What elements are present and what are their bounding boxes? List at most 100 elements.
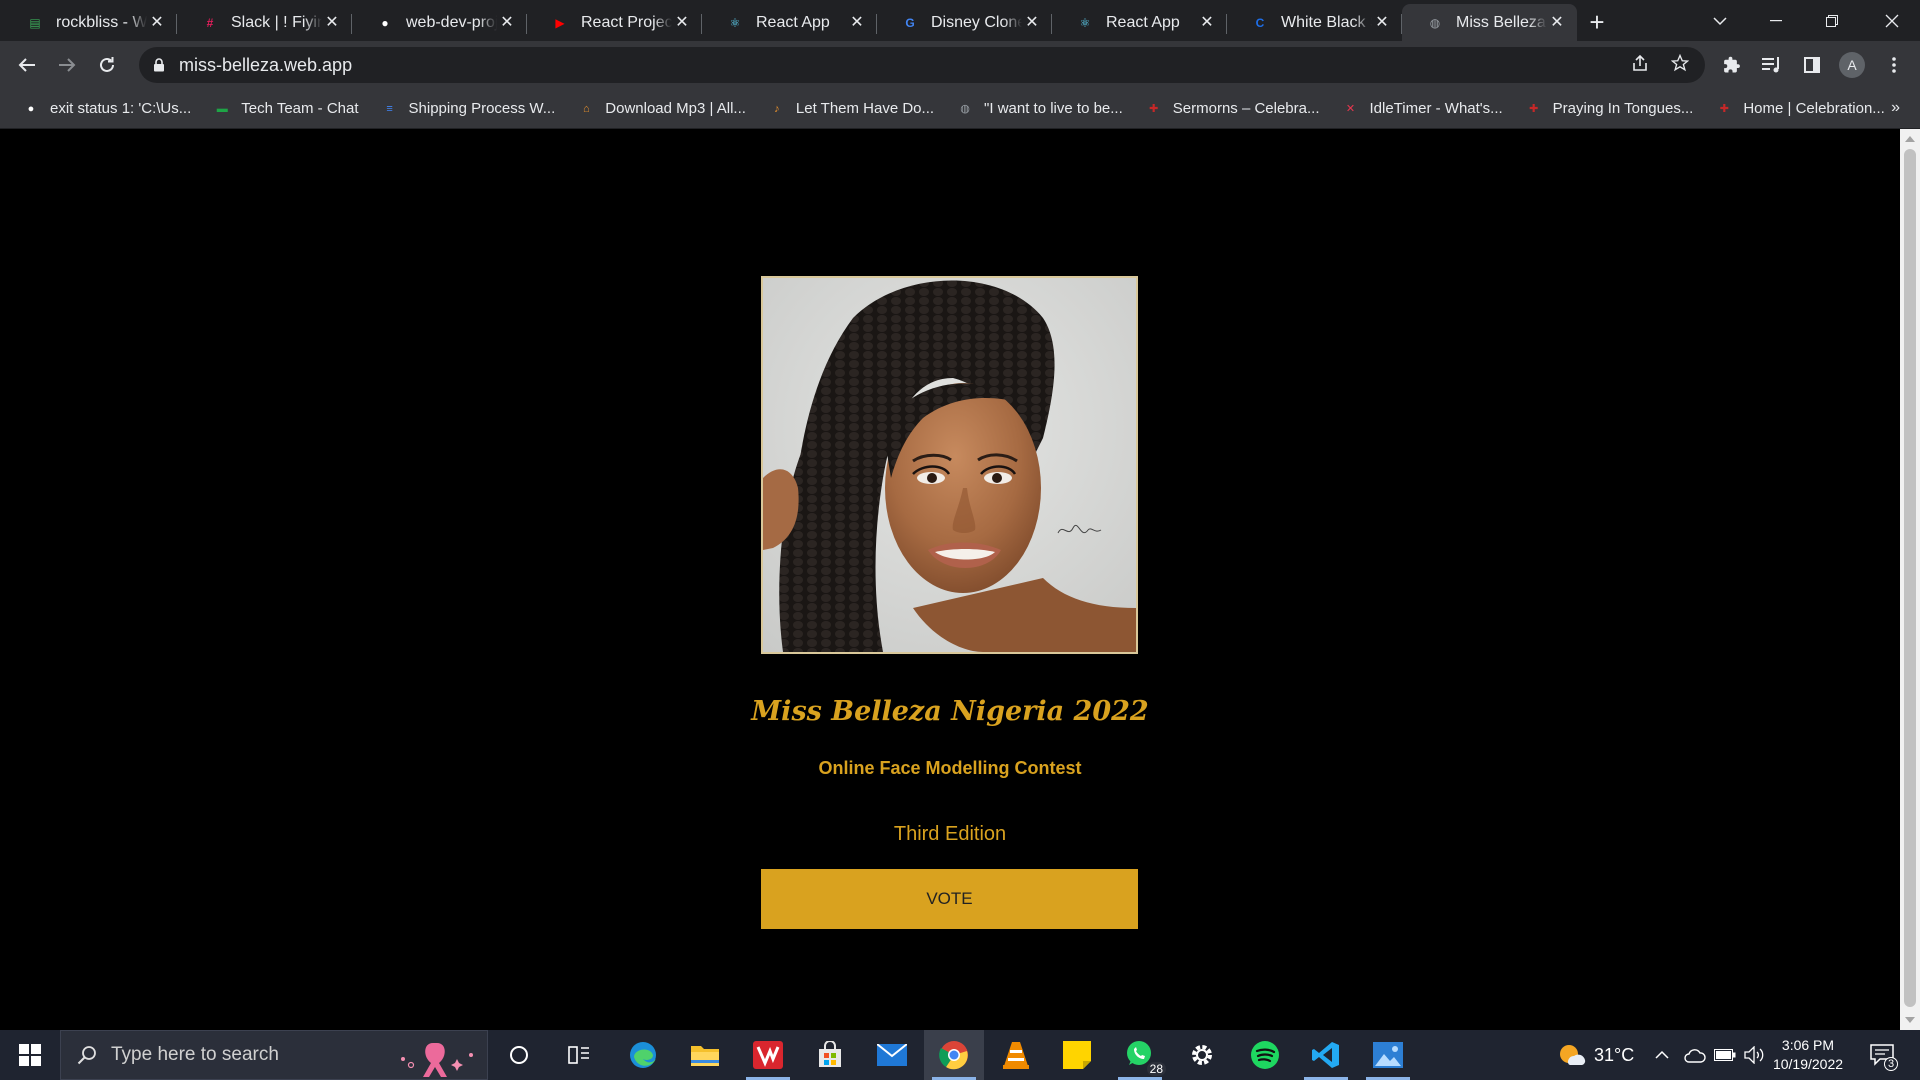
reload-button[interactable] [87, 45, 127, 85]
extensions-icon[interactable] [1712, 45, 1752, 85]
close-tab-icon[interactable]: ✕ [847, 13, 867, 33]
taskbar-file-explorer[interactable] [675, 1030, 735, 1080]
bookmark-label: Tech Team - Chat [241, 100, 359, 117]
scroll-down-arrow-icon[interactable] [1905, 1017, 1915, 1023]
chrome-menu-icon[interactable] [1874, 45, 1914, 85]
taskbar-store[interactable] [800, 1030, 860, 1080]
bookmark-item[interactable]: ▬ Tech Team - Chat [213, 100, 359, 118]
bookmark-item[interactable]: ✕ IdleTimer - What's... [1342, 100, 1503, 118]
spotify-icon [1251, 1041, 1279, 1069]
youtube-icon: ▶ [555, 15, 565, 30]
onedrive-tray[interactable] [1684, 1030, 1706, 1080]
vivaldi-icon [753, 1041, 783, 1069]
browser-tab[interactable]: G Disney Clone ✕ [877, 4, 1052, 41]
bookmark-label: Sermorns – Celebra... [1172, 100, 1320, 117]
bookmark-item[interactable]: ✚ Praying In Tongues... [1525, 100, 1693, 118]
bookmark-item[interactable]: ✚ Sermorns – Celebra... [1145, 100, 1320, 118]
browser-tab[interactable]: C White Black S ✕ [1227, 4, 1402, 41]
cortana-icon [510, 1046, 528, 1064]
close-tab-icon[interactable]: ✕ [1197, 13, 1217, 33]
scrollbar-thumb[interactable] [1904, 149, 1916, 1007]
taskbar-whatsapp[interactable]: 28 [1110, 1030, 1170, 1080]
share-icon[interactable] [1629, 54, 1651, 76]
taskbar-edge[interactable] [613, 1030, 673, 1080]
contestant-photo [761, 276, 1138, 654]
minimize-button[interactable] [1748, 0, 1804, 41]
taskbar-vscode[interactable] [1296, 1030, 1356, 1080]
close-tab-icon[interactable]: ✕ [1372, 13, 1392, 33]
restore-button[interactable] [1804, 0, 1860, 41]
browser-tab[interactable]: # Slack | ! Fiyin |✕ [177, 4, 352, 41]
taskbar-spotify[interactable] [1235, 1030, 1295, 1080]
church-icon: ✚ [1529, 103, 1539, 115]
browser-tab[interactable]: ⚛ React App ✕ [702, 4, 877, 41]
taskbar-chrome[interactable] [924, 1030, 984, 1080]
pink-ribbon-icon [401, 1043, 473, 1077]
url-text[interactable]: miss-belleza.web.app [179, 55, 352, 76]
close-tab-icon[interactable]: ✕ [1547, 13, 1567, 33]
reload-icon [100, 57, 114, 72]
temperature: 31°C [1594, 1044, 1635, 1065]
close-tab-icon[interactable]: ✕ [322, 13, 342, 33]
profile-avatar[interactable]: A [1832, 45, 1872, 85]
folder-icon [691, 1046, 719, 1066]
bookmark-star-icon[interactable] [1669, 53, 1691, 76]
battery-tray[interactable] [1714, 1030, 1736, 1080]
show-hidden-icons[interactable] [1655, 1030, 1669, 1080]
music-icon: ♪ [774, 102, 780, 115]
taskbar-search[interactable]: Type here to search [60, 1030, 488, 1080]
media-control-icon[interactable] [1752, 45, 1792, 85]
back-button[interactable] [7, 45, 47, 85]
cloud-sync-icon [1684, 1049, 1706, 1063]
browser-tab[interactable]: ◍ Miss Belleza 2✕ [1402, 4, 1577, 41]
bookmark-item[interactable]: ● exit status 1: 'C:\Us... [22, 100, 192, 118]
browser-tab[interactable]: ▤ rockbliss - We ✕ [2, 4, 177, 41]
google-icon: G [905, 15, 915, 30]
back-arrow-icon [18, 58, 35, 72]
close-window-button[interactable] [1864, 0, 1920, 41]
cortana-button[interactable] [489, 1030, 549, 1080]
taskbar-sticky-notes[interactable] [1047, 1030, 1107, 1080]
close-tab-icon[interactable]: ✕ [1022, 13, 1042, 33]
scroll-up-arrow-icon[interactable] [1905, 136, 1915, 142]
close-tab-icon[interactable]: ✕ [497, 13, 517, 33]
contest-title: Miss Belleza Nigeria 2022 [751, 696, 1149, 727]
tab-title: White Black S [1281, 13, 1372, 31]
taskbar-vlc[interactable] [986, 1030, 1046, 1080]
close-tab-icon[interactable]: ✕ [147, 13, 167, 33]
address-bar[interactable]: miss-belleza.web.app [139, 47, 1705, 83]
start-button[interactable] [0, 1030, 60, 1080]
browser-tab[interactable]: ⚛ React App ✕ [1052, 4, 1227, 41]
bookmark-item[interactable]: ⌂ Download Mp3 | All... [577, 100, 746, 118]
more-bookmarks-button[interactable]: » [1891, 99, 1900, 117]
taskbar-photos[interactable] [1358, 1030, 1418, 1080]
close-tab-icon[interactable]: ✕ [672, 13, 692, 33]
browser-tab[interactable]: ● web-dev-proj ✕ [352, 4, 527, 41]
bookmark-label: IdleTimer - What's... [1369, 100, 1503, 117]
bookmark-item[interactable]: ♪ Let Them Have Do... [768, 100, 934, 118]
tab-search-button[interactable] [1692, 0, 1748, 41]
task-view-button[interactable] [549, 1030, 609, 1080]
taskbar-settings[interactable] [1172, 1030, 1232, 1080]
partly-sunny-icon [1560, 1045, 1586, 1065]
clock[interactable]: 3:06 PM 10/19/2022 [1760, 1036, 1856, 1074]
notification-count: 3 [1884, 1057, 1898, 1071]
hanger-icon: ⌂ [582, 102, 590, 115]
tab-title: React App [1106, 13, 1180, 31]
bookmark-item[interactable]: ≡ Shipping Process W... [381, 100, 555, 118]
taskbar-vivaldi[interactable] [738, 1030, 798, 1080]
bookmark-item[interactable]: ◍ "I want to live to be... [956, 100, 1123, 118]
taskbar-mail[interactable] [862, 1030, 922, 1080]
browser-tab[interactable]: ▶ React Project T✕ [527, 4, 702, 41]
forward-button[interactable] [47, 45, 87, 85]
action-center-button[interactable]: 3 [1870, 1030, 1898, 1080]
page-scrollbar[interactable] [1900, 129, 1920, 1030]
windows-taskbar: Type here to search 28 31°C 3:06 PM 10/1… [0, 1030, 1920, 1080]
docs-icon: ≡ [386, 102, 393, 115]
new-tab-button[interactable]: + [1577, 4, 1617, 41]
bookmark-item[interactable]: ✚ Home | Celebration... [1715, 100, 1885, 118]
vote-button[interactable]: VOTE [761, 869, 1138, 929]
lock-icon[interactable] [153, 58, 165, 72]
weather-widget[interactable]: 31°C [1558, 1030, 1634, 1080]
side-panel-icon[interactable] [1792, 45, 1832, 85]
